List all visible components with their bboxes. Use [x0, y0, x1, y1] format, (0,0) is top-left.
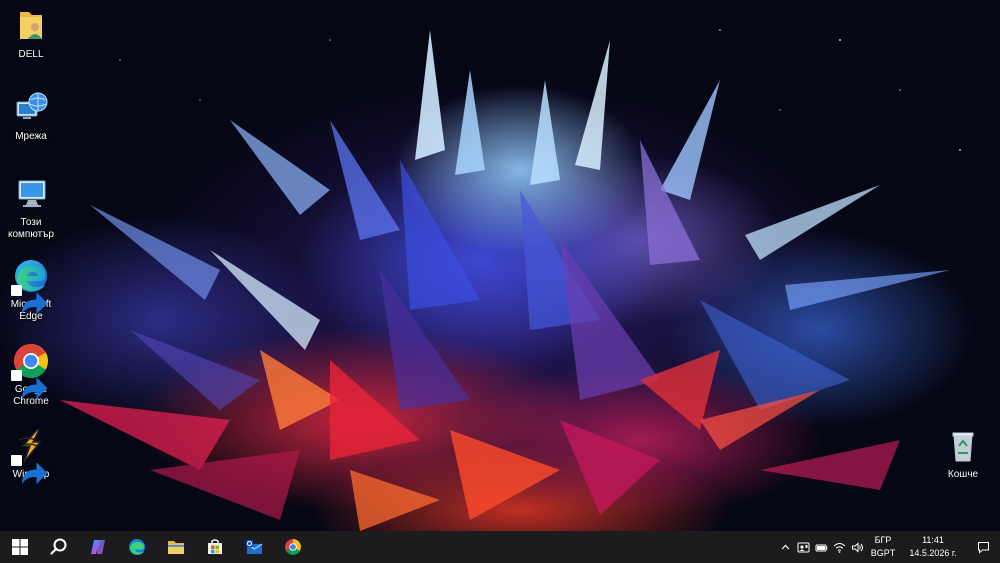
- clock-date: 14.5.2026 г.: [909, 548, 957, 558]
- wallpaper-crystal-art: [60, 29, 961, 531]
- show-hidden-icons-button[interactable]: [776, 531, 794, 563]
- desktop-wallpaper: DELL Мрежа Този компютър Edge Chrome Кош…: [0, 0, 1000, 531]
- shortcut-arrow-icon: [11, 370, 48, 400]
- desktop-icon-label: DELL: [18, 49, 44, 60]
- meet-now-icon: [797, 542, 809, 552]
- copilot-button[interactable]: [78, 531, 117, 563]
- file-explorer-icon: [167, 541, 184, 554]
- desktop-icon-google-chrome[interactable]: Google Chrome: [0, 341, 62, 408]
- language-code: БГР: [874, 535, 892, 545]
- desktop-icon-label: Мрежа: [15, 131, 47, 142]
- tray-volume-button[interactable]: [848, 531, 866, 563]
- battery-icon: [815, 544, 827, 551]
- desktop-icon-this-pc[interactable]: Този компютър: [0, 174, 62, 241]
- chevron-up-icon: [781, 544, 789, 549]
- desktop-icon-network[interactable]: Мрежа: [0, 88, 62, 143]
- winamp-icon: [11, 426, 51, 485]
- mail-icon: [245, 540, 262, 554]
- taskbar: БГР BGPT 11:41 14.5.2026 г.: [0, 531, 1000, 563]
- desktop-icon-winamp[interactable]: Winamp: [0, 426, 62, 485]
- search-button[interactable]: [39, 531, 78, 563]
- computer-icon: [11, 174, 51, 214]
- desktop-icon-recycle-bin[interactable]: Кошче: [932, 426, 994, 481]
- copilot-icon: [90, 540, 105, 554]
- shortcut-arrow-icon: [11, 455, 48, 485]
- clock[interactable]: 11:41 14.5.2026 г.: [900, 534, 966, 560]
- edge-icon: [128, 539, 145, 555]
- tray-network-button[interactable]: [830, 531, 848, 563]
- recycle-bin-icon: [943, 426, 983, 466]
- input-language-indicator[interactable]: БГР BGPT: [866, 534, 900, 560]
- shortcut-arrow-icon: [11, 285, 48, 315]
- volume-icon: [851, 541, 863, 553]
- taskbar-file-explorer-button[interactable]: [156, 531, 195, 563]
- tray-battery-button[interactable]: [812, 531, 830, 563]
- notification-center-button[interactable]: [966, 531, 1000, 563]
- desktop-icon-label: Този компютър: [7, 217, 54, 240]
- network-icon: [11, 88, 51, 128]
- desktop-icon-label: Кошче: [947, 469, 979, 480]
- keyboard-layout: BGPT: [870, 548, 896, 558]
- user-folder-icon: [11, 6, 51, 46]
- taskbar-chrome-button[interactable]: [273, 531, 312, 563]
- tray-meet-now-button[interactable]: [794, 531, 812, 563]
- desktop-icon-microsoft-edge[interactable]: Microsoft Edge: [0, 256, 62, 323]
- search-icon: [49, 538, 66, 555]
- microsoft-store-icon: [207, 539, 222, 554]
- edge-icon: [11, 256, 51, 315]
- wifi-icon: [833, 542, 845, 553]
- chrome-icon: [11, 341, 51, 400]
- start-button[interactable]: [0, 531, 39, 563]
- desktop-icon-dell[interactable]: DELL: [0, 6, 62, 61]
- taskbar-edge-button[interactable]: [117, 531, 156, 563]
- chrome-icon: [284, 539, 301, 555]
- notification-icon: [977, 541, 989, 554]
- clock-time: 11:41: [922, 535, 944, 545]
- system-tray: БГР BGPT 11:41 14.5.2026 г.: [776, 531, 1000, 563]
- taskbar-store-button[interactable]: [195, 531, 234, 563]
- windows-start-icon: [11, 539, 28, 555]
- taskbar-mail-button[interactable]: [234, 531, 273, 563]
